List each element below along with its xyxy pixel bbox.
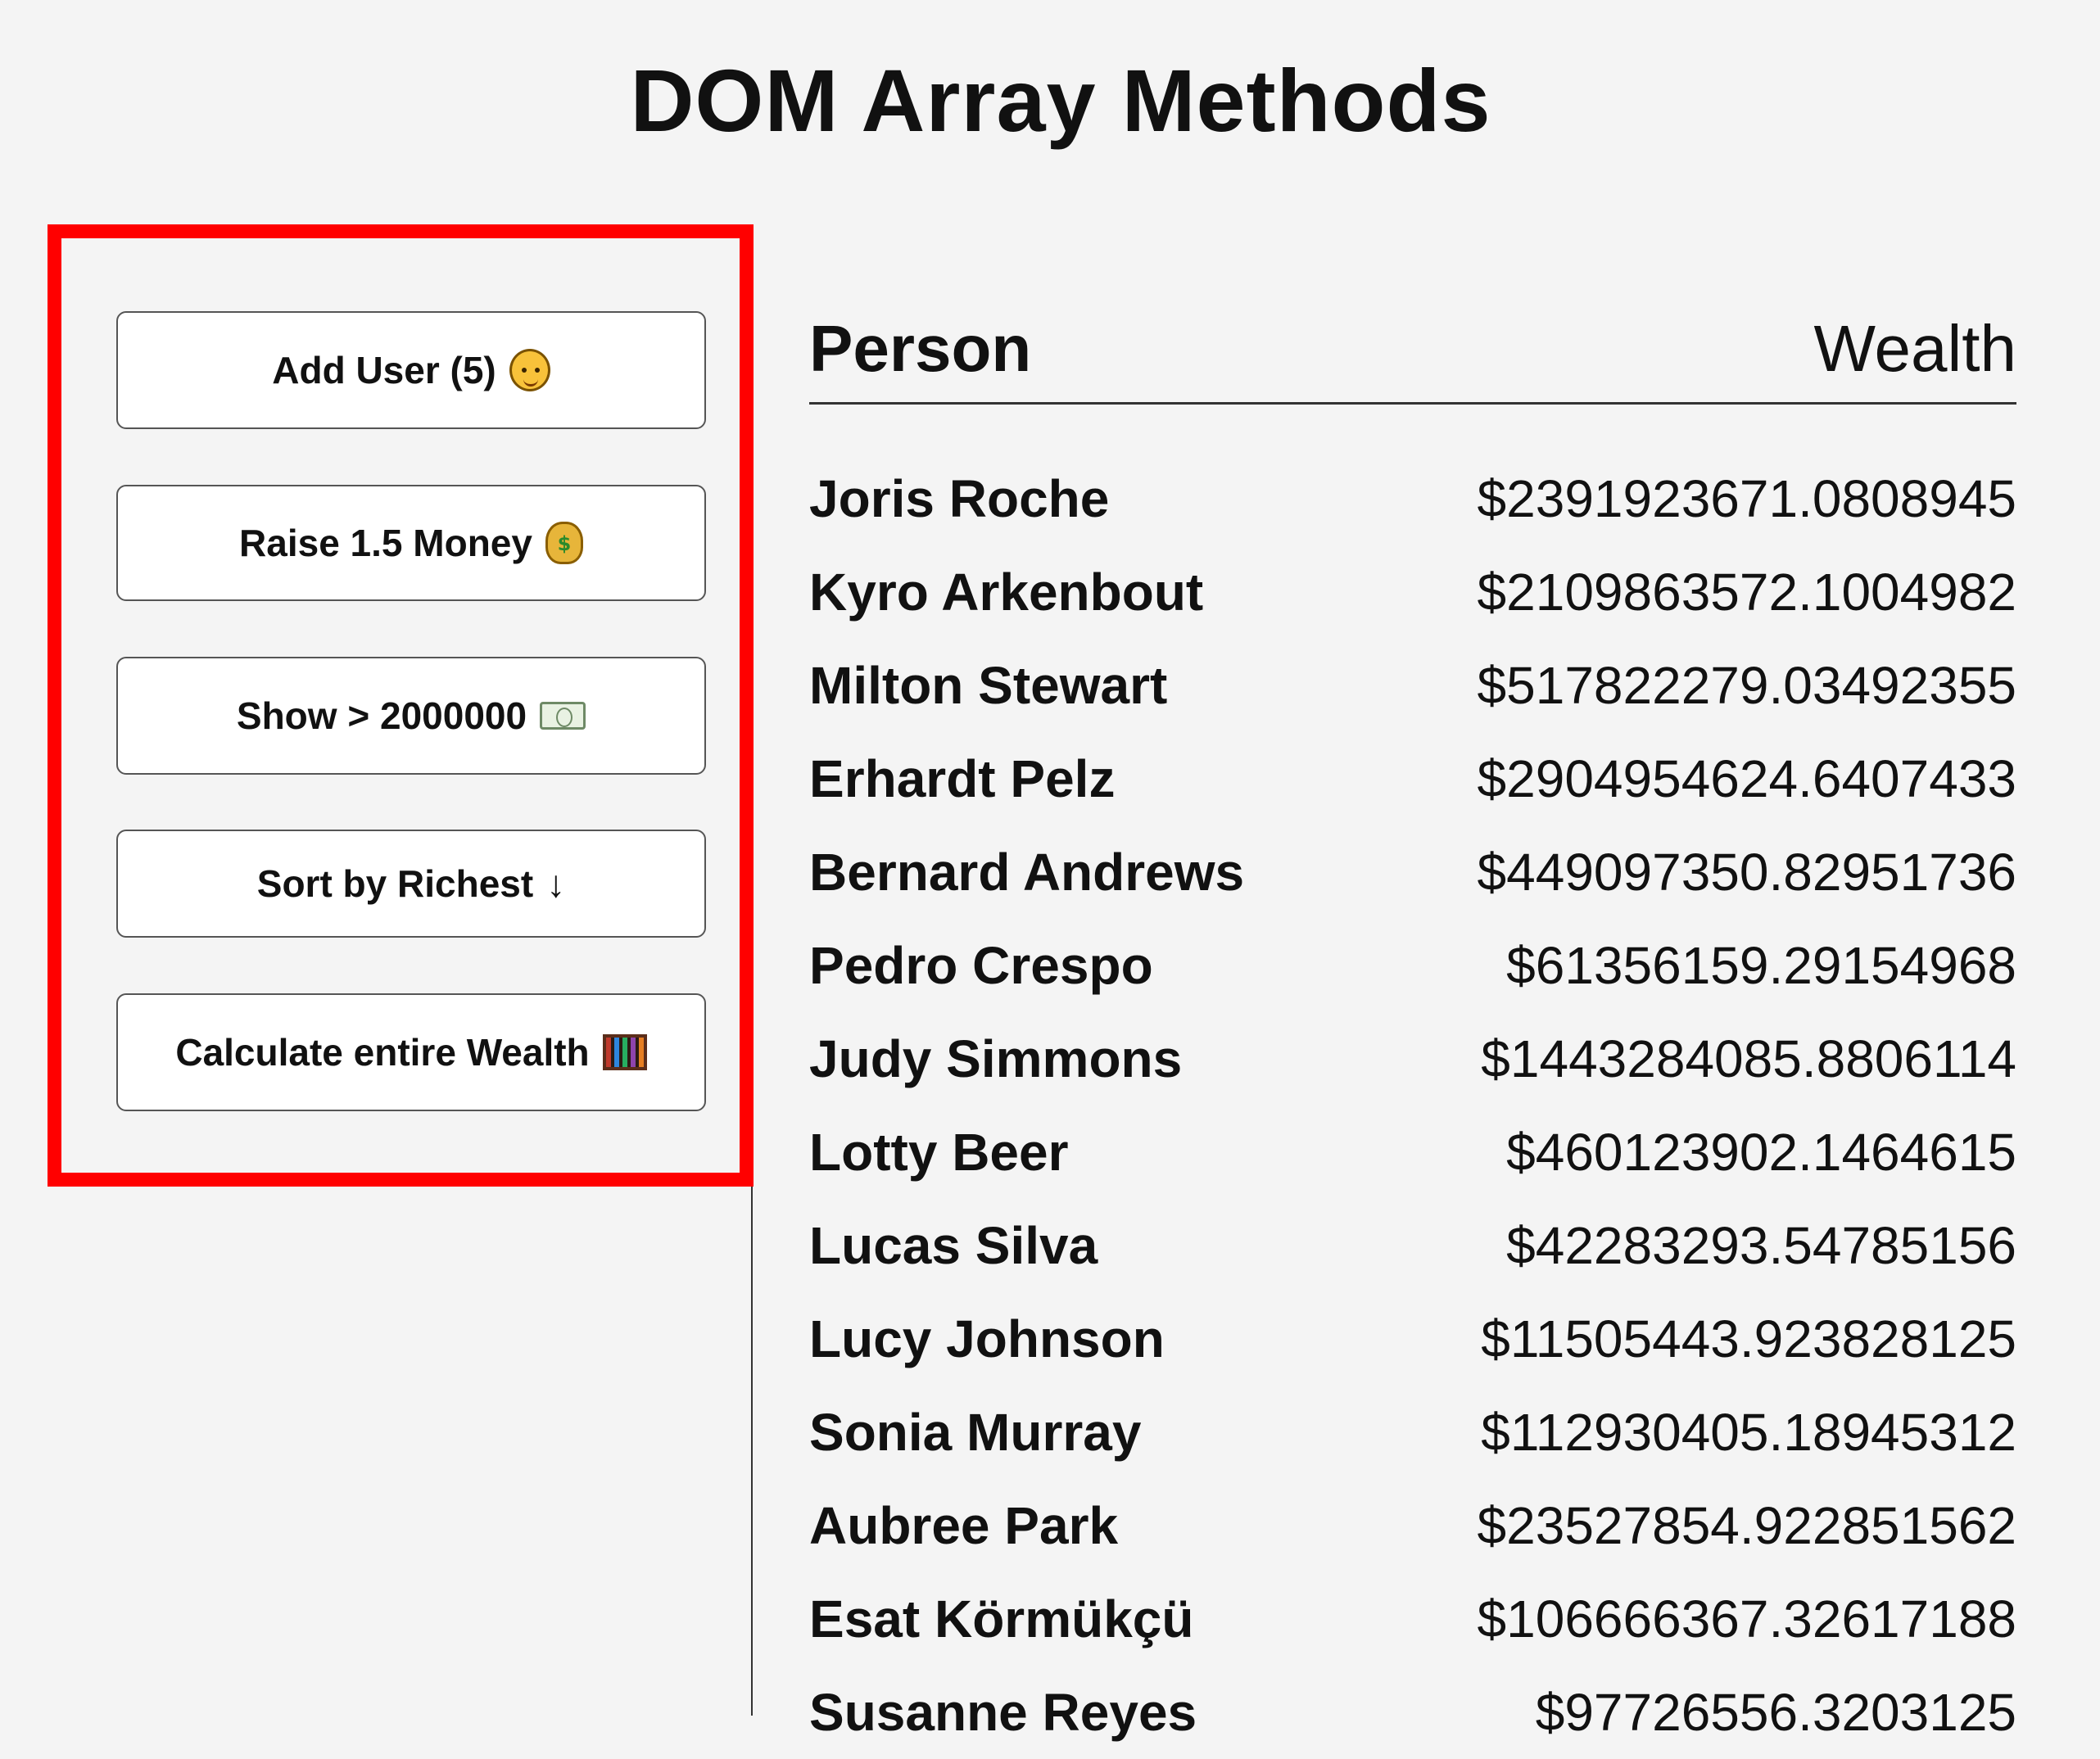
table-row: Lucas Silva $42283293.54785156 — [809, 1199, 2016, 1292]
person-name: Judy Simmons — [809, 1029, 1183, 1088]
person-name: Joris Roche — [809, 469, 1110, 528]
person-name: Bernard Andrews — [809, 843, 1245, 902]
table-row: Erhardt Pelz $2904954624.6407433 — [809, 732, 2016, 825]
table-row: Aubree Park $23527854.922851562 — [809, 1479, 2016, 1572]
sort-richest-button-label: Sort by Richest — [256, 862, 534, 905]
person-wealth: $112930405.18945312 — [1481, 1403, 2016, 1462]
page-title: DOM Array Methods — [630, 51, 1491, 150]
table-row: Joris Roche $2391923671.0808945 — [809, 452, 2016, 545]
add-user-button[interactable]: Add User (5) — [116, 311, 706, 429]
calculate-wealth-button-label: Calculate entire Wealth — [175, 1031, 590, 1074]
person-wealth: $2391923671.0808945 — [1477, 469, 2016, 528]
show-millionaires-button-label: Show > 2000000 — [236, 694, 527, 737]
person-name: Lotty Beer — [809, 1123, 1069, 1182]
person-wealth: $23527854.922851562 — [1477, 1496, 2016, 1555]
table-row: Sonia Murray $112930405.18945312 — [809, 1386, 2016, 1479]
person-wealth: $42283293.54785156 — [1506, 1216, 2016, 1275]
person-wealth: $449097350.82951736 — [1477, 843, 2016, 902]
person-name: Erhardt Pelz — [809, 749, 1116, 808]
banknote-icon — [540, 702, 586, 730]
table-row: Susanne Reyes $97726556.3203125 — [809, 1666, 2016, 1759]
person-name: Lucas Silva — [809, 1216, 1098, 1275]
table-row: Bernard Andrews $449097350.82951736 — [809, 825, 2016, 919]
sort-richest-button[interactable]: Sort by Richest ↓ — [116, 830, 706, 938]
raise-money-button[interactable]: Raise 1.5 Money — [116, 485, 706, 601]
arrow-down-icon: ↓ — [546, 862, 566, 905]
add-user-button-label: Add User (5) — [272, 349, 496, 391]
table-header: Person Wealth — [809, 295, 2016, 405]
column-divider — [751, 1187, 753, 1716]
table-row: Lotty Beer $460123902.1464615 — [809, 1106, 2016, 1199]
table-row: Judy Simmons $1443284085.8806114 — [809, 1012, 2016, 1106]
money-bag-icon — [545, 522, 583, 564]
person-wealth: $2904954624.6407433 — [1477, 749, 2016, 808]
abacus-icon — [602, 1034, 647, 1070]
person-face-icon — [509, 349, 550, 391]
table-row: Kyro Arkenbout $2109863572.1004982 — [809, 545, 2016, 639]
calculate-wealth-button[interactable]: Calculate entire Wealth — [116, 993, 706, 1111]
wealth-column-header: Wealth — [1813, 311, 2016, 385]
person-wealth: $2109863572.1004982 — [1477, 563, 2016, 622]
person-wealth: $106666367.32617188 — [1477, 1589, 2016, 1648]
raise-money-button-label: Raise 1.5 Money — [239, 522, 532, 564]
wealth-list: Joris Roche $2391923671.0808945 Kyro Ark… — [809, 452, 2016, 1759]
table-row: Pedro Crespo $61356159.29154968 — [809, 919, 2016, 1012]
person-wealth: $517822279.03492355 — [1477, 656, 2016, 715]
sidebar-controls: Add User (5) Raise 1.5 Money Show > 2000… — [48, 224, 754, 1187]
person-name: Susanne Reyes — [809, 1683, 1197, 1742]
person-name: Kyro Arkenbout — [809, 563, 1204, 622]
person-wealth: $1443284085.8806114 — [1481, 1029, 2016, 1088]
table-row: Lucy Johnson $11505443.923828125 — [809, 1292, 2016, 1386]
person-column-header: Person — [809, 311, 1032, 385]
show-millionaires-button[interactable]: Show > 2000000 — [116, 657, 706, 775]
table-row: Milton Stewart $517822279.03492355 — [809, 639, 2016, 732]
person-name: Sonia Murray — [809, 1403, 1142, 1462]
table-row: Esat Körmükçü $106666367.32617188 — [809, 1572, 2016, 1666]
person-wealth: $460123902.1464615 — [1506, 1123, 2016, 1182]
person-name: Milton Stewart — [809, 656, 1168, 715]
person-wealth: $11505443.923828125 — [1481, 1309, 2016, 1368]
person-name: Esat Körmükçü — [809, 1589, 1194, 1648]
person-name: Aubree Park — [809, 1496, 1119, 1555]
person-name: Pedro Crespo — [809, 936, 1153, 995]
person-wealth: $97726556.3203125 — [1535, 1683, 2016, 1742]
person-wealth: $61356159.29154968 — [1506, 936, 2016, 995]
person-name: Lucy Johnson — [809, 1309, 1165, 1368]
